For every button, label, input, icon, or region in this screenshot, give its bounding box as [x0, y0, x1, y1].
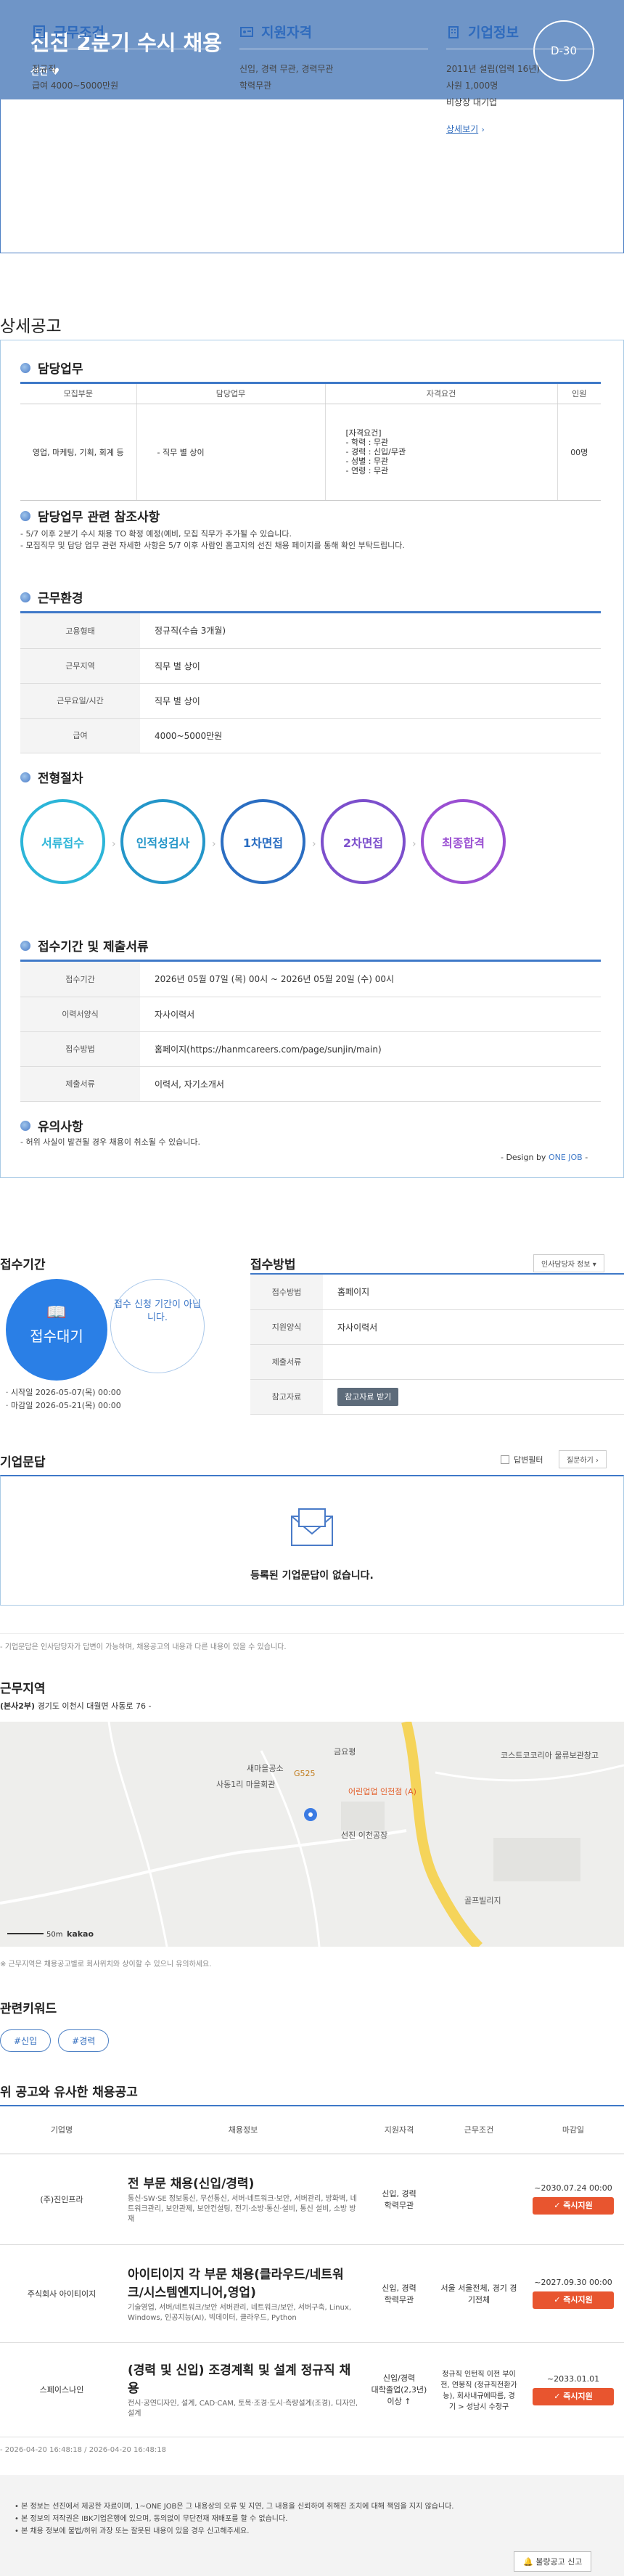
apply-button[interactable]: ✓ 즉시지원: [533, 2197, 614, 2215]
work-conditions: 근무조건 정규직 급여 4000~5000만원: [32, 22, 221, 94]
step-circle: 인적성검사: [120, 799, 205, 884]
location-heading: 근무지역: [0, 1682, 46, 1696]
col-header: 인원: [557, 384, 601, 404]
bullet-icon: [20, 362, 30, 373]
process-heading: 전형절차: [20, 768, 83, 786]
map-brand: kakao: [67, 1929, 94, 1939]
id-card-icon: [240, 26, 253, 37]
map[interactable]: 사동1리 마을회관 새마을공소 선진 이천공장 코스트코코리아 물류보관창고 어…: [0, 1722, 624, 1947]
detail-heading: 상세공고: [0, 317, 62, 336]
checkbox[interactable]: [501, 1455, 509, 1464]
ref-notes: - 5/7 이후 2분기 수시 채용 TO 확정 예정(예비, 모집 직무가 추…: [20, 529, 405, 550]
ask-button[interactable]: 질문하기 ›: [559, 1450, 607, 1468]
caution-heading: 유의사항: [20, 1116, 83, 1134]
duty-headcount: 00명: [557, 404, 601, 501]
reception-table: 접수기간 2026년 05월 07일 (목) 00시 ~ 2026년 05월 20…: [20, 962, 601, 1102]
keywords-heading: 관련키워드: [0, 2002, 57, 2016]
map-label: 코스트코코리아 물류보관창고: [501, 1751, 599, 1760]
table-row[interactable]: 스페이스나인 (경력 및 신입) 조경계획 및 설계 정규직 채용 전시·공연디자…: [0, 2342, 624, 2437]
duty-table: 모집부문 담당업무 자격요건 인원 영업, 마케팅, 기획, 회계 등 - 직무 별 …: [20, 384, 601, 501]
map-label: 어린업업 인천점 (A): [348, 1786, 416, 1796]
col-header: 담당업무: [136, 384, 326, 404]
address: (본사2부) 경기도 이천시 대월면 사동로 76 -: [0, 1701, 152, 1711]
attachment-button[interactable]: 참고자료 받기: [337, 1388, 399, 1406]
qualifications: 지원자격 신입, 경력 무관, 경력무관 학력무관: [239, 22, 428, 94]
map-label: 골프빌리지: [464, 1896, 501, 1905]
document-icon: [33, 25, 45, 38]
chevron-down-icon: ▾: [592, 1261, 596, 1269]
arrow-icon: ›: [212, 838, 216, 850]
status-circle: 📖 접수대기: [6, 1279, 107, 1381]
apply-button[interactable]: ✓ 즉시지원: [533, 2291, 614, 2309]
company-info: 기업정보 2011년 설립(업력 16년) 사원 1,000명 비상장 대기업 …: [446, 22, 595, 135]
bullet-icon: [20, 1120, 30, 1131]
reception-heading: 접수기간 및 제출서류: [20, 936, 149, 954]
qa-note: - 기업문답은 인사담당자가 답변이 가능하며, 채용공고의 내용과 다른 내용…: [0, 1643, 287, 1651]
table-row[interactable]: 주식회사 아이티이지 아이티이지 각 부문 채용(클라우드/네트워크/시스템엔지…: [0, 2244, 624, 2343]
arrow-icon: ›: [112, 838, 116, 850]
step-circle: 서류접수: [20, 799, 105, 884]
map-label: 새마을공소: [247, 1764, 284, 1773]
design-credit: - Design by ONE JOB -: [501, 1153, 588, 1162]
map-label: G525: [294, 1769, 316, 1778]
map-scale: 50m: [46, 1931, 62, 1939]
bullet-icon: [20, 772, 30, 782]
col-header: 자격요건: [325, 384, 558, 404]
arrow-icon: ›: [312, 838, 316, 850]
post-dates: - 2026-04-20 16:48:18 / 2026-04-20 16:48…: [0, 2446, 166, 2454]
company-detail-link[interactable]: 상세보기: [446, 124, 478, 134]
ref-heading: 담당업무 관련 참조사항: [20, 507, 160, 525]
method-heading: 접수방법: [250, 1258, 296, 1272]
caution-note: - 허위 사실이 발견될 경우 채용이 취소될 수 있습니다.: [20, 1137, 200, 1147]
divider: [0, 1633, 624, 1634]
keyword-tag[interactable]: #경력: [58, 2029, 110, 2052]
step-circle: 최종합격: [421, 799, 506, 884]
period-status-note: 접수 신청 기간이 아닙니다.: [110, 1279, 205, 1373]
period-start: · 시작일 2026-05-07(목) 00:00: [6, 1388, 121, 1397]
step-circle: 2차면접: [321, 799, 406, 884]
envelope-icon: [291, 1508, 333, 1546]
keyword-tag[interactable]: #신입: [0, 2029, 52, 2052]
building-icon: [448, 25, 459, 38]
duty-heading: 담당업무: [20, 359, 83, 377]
col-header: 모집부문: [20, 384, 137, 404]
qa-empty: 등록된 기업문답이 없습니다.: [250, 1570, 374, 1582]
arrow-icon: ›: [412, 838, 416, 850]
bullet-icon: [20, 940, 30, 951]
chevron-right-icon: ›: [481, 125, 485, 134]
bullet-icon: [20, 592, 30, 602]
map-label: 사동1리 마을회관: [216, 1780, 275, 1789]
book-icon: 📖: [46, 1304, 67, 1322]
env-table: 고용형태 정규직(수습 3개월) 근무지역 직무 별 상이 근무요일/시간 직무 별 …: [20, 613, 601, 753]
bell-icon: 🔔: [523, 2557, 533, 2567]
env-heading: 근무환경: [20, 588, 83, 606]
apply-button[interactable]: ✓ 즉시지원: [533, 2387, 614, 2405]
period-end: · 마감일 2026-05-21(목) 00:00: [6, 1401, 121, 1410]
keyword-list: #신입 #경력: [0, 2029, 110, 2052]
similar-heading: 위 공고와 유사한 채용공고: [0, 2085, 138, 2100]
answered-filter[interactable]: 답변필터: [501, 1454, 543, 1465]
method-table: 접수방법 홈페이지 지원양식 자사이력서 제출서류 참고자료 참고자료 받기: [250, 1275, 624, 1415]
map-label: 금요평: [334, 1747, 356, 1757]
duty-task: - 직무 별 상이: [136, 404, 326, 501]
contact-button[interactable]: 인사담당자 정보 ▾: [533, 1254, 604, 1272]
duty-part: 영업, 마케팅, 기획, 회계 등: [20, 404, 137, 501]
duty-requirements: [자격요건] - 학력 : 무관 - 경력 : 신입/무관 - 성별 : 무관 …: [325, 404, 558, 501]
similar-table: 기업명 채용정보 지원자격 근무조건 마감일 (주)진인프라 전 부문 채용(신…: [0, 2105, 624, 2437]
period-heading: 접수기간: [0, 1258, 46, 1272]
chevron-right-icon: ›: [596, 1457, 599, 1465]
step-circle: 1차면접: [221, 799, 305, 884]
map-label: 선진 이천공장: [341, 1830, 387, 1840]
table-row[interactable]: (주)진인프라 전 부문 채용(신입/경력) 통신·SW·SE 정보통신, 무선통…: [0, 2154, 624, 2245]
qa-heading: 기업문답: [0, 1455, 46, 1470]
location-note: ※ 근무지역은 채용공고별로 회사위치와 상이할 수 있으니 유의하세요.: [0, 1960, 212, 1968]
bullet-icon: [20, 510, 30, 521]
report-button[interactable]: 🔔 불량공고 신고: [514, 2551, 592, 2572]
footer-notes: • 본 정보는 선진에서 제공한 자료이며, 1~ONE JOB은 그 내용상의…: [15, 2503, 454, 2535]
